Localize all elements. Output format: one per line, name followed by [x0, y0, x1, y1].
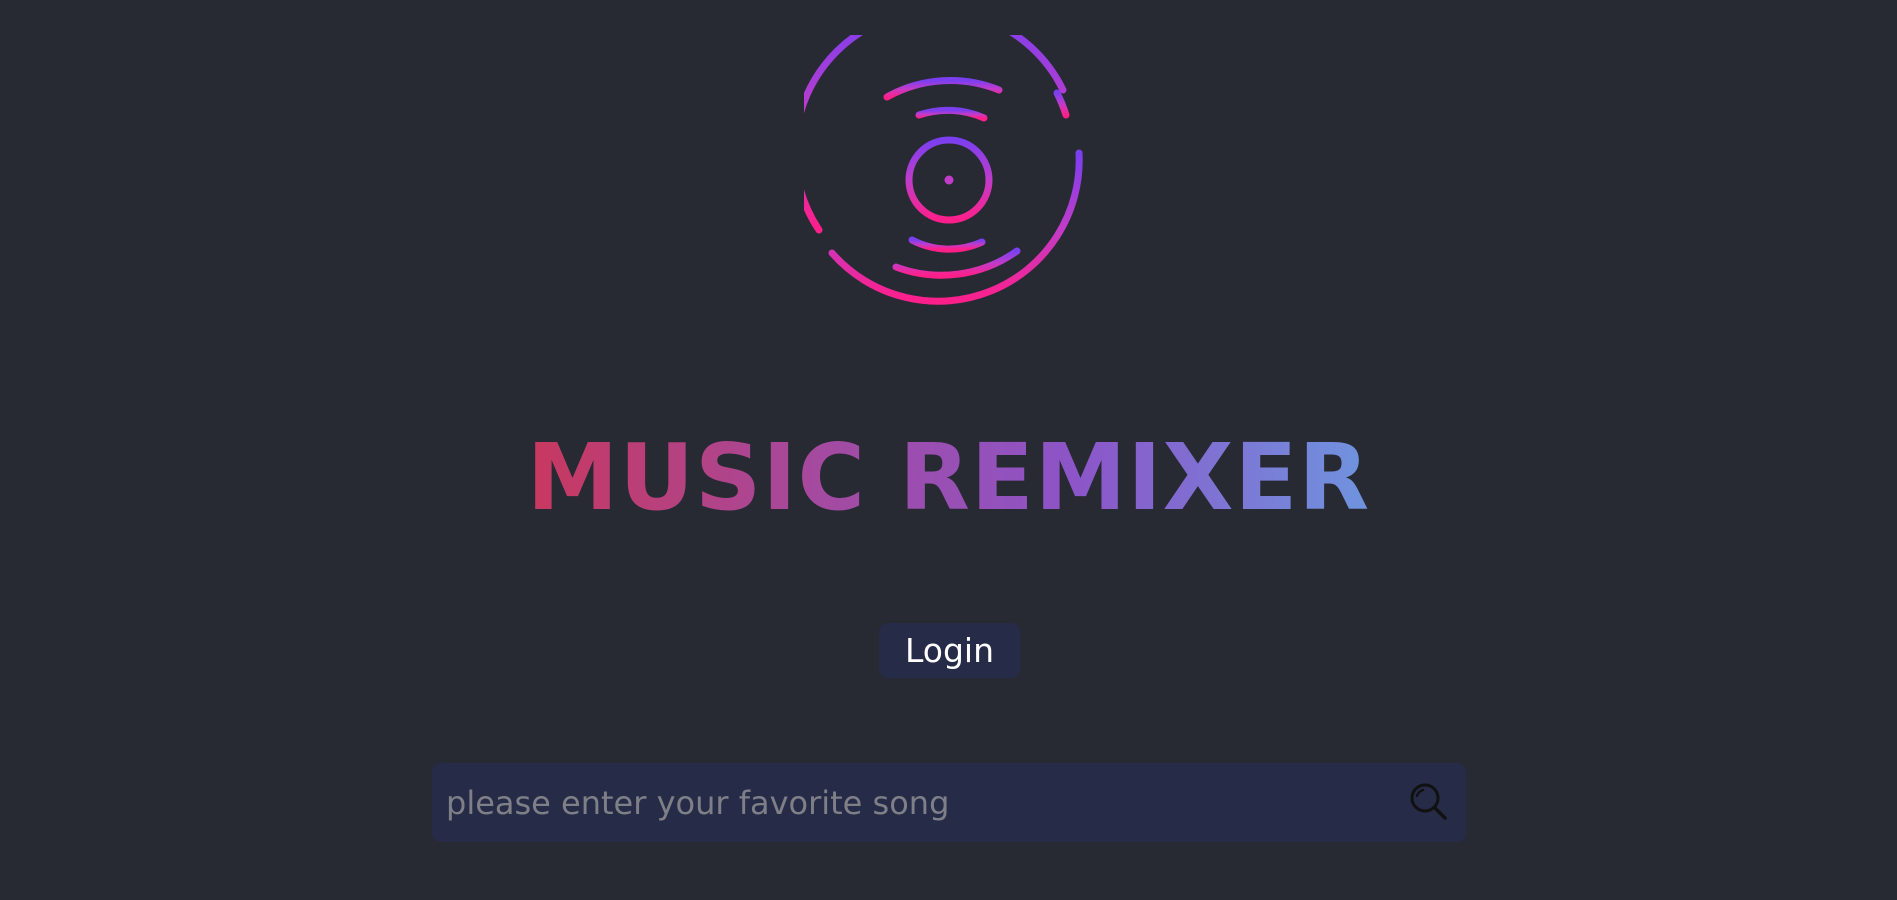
- page-title-text: MUSIC REMIXER: [526, 424, 1371, 531]
- page-title: MUSIC REMIXER: [0, 432, 1897, 524]
- vinyl-record-icon: [804, 35, 1083, 305]
- search-bar: [432, 763, 1466, 842]
- search-icon[interactable]: [1407, 780, 1451, 824]
- search-input[interactable]: [446, 763, 1366, 842]
- app-page: MUSIC REMIXER Login: [0, 0, 1897, 900]
- login-button[interactable]: Login: [879, 623, 1020, 678]
